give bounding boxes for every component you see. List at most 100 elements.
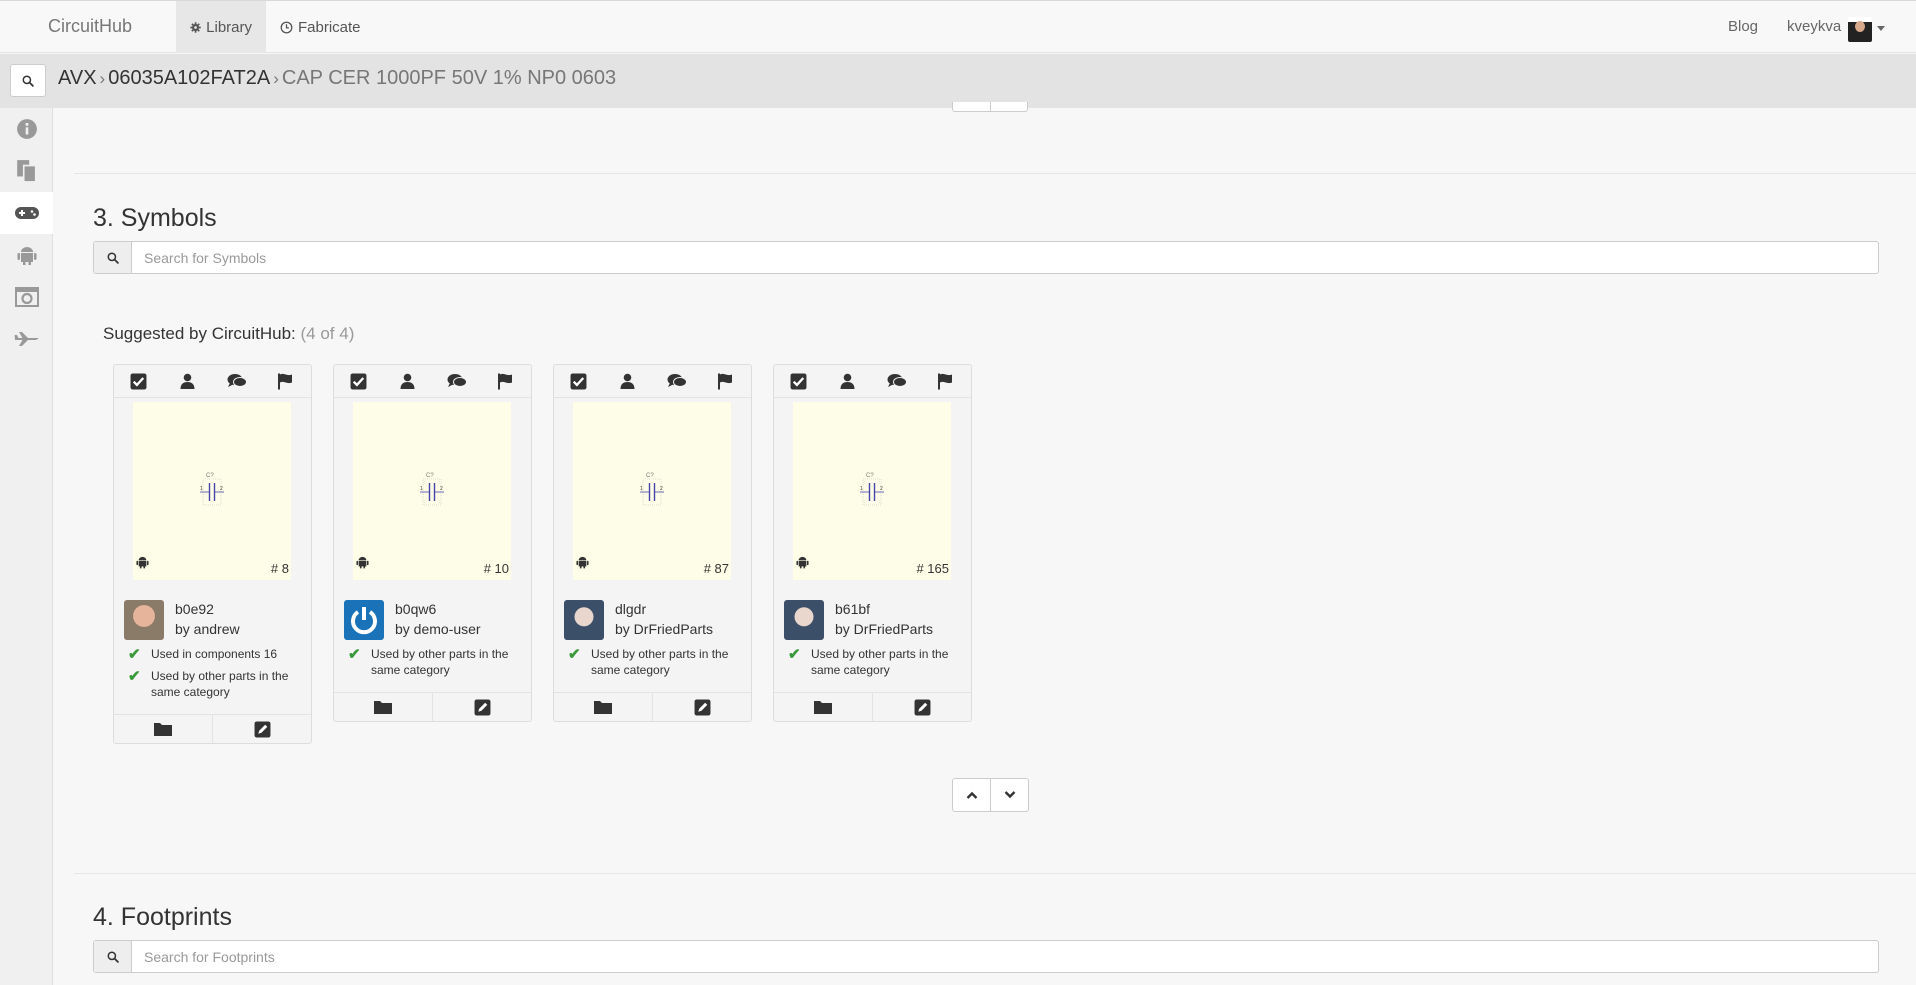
check-text: Used in components 16 [151, 647, 278, 661]
symbol-author-name[interactable]: by demo-user [395, 621, 481, 637]
symbol-author-name[interactable]: by DrFriedParts [615, 621, 713, 637]
nav-fabricate[interactable]: Fabricate [266, 1, 375, 53]
symbols-search-addon [94, 242, 132, 273]
open-folder-button[interactable] [114, 715, 212, 743]
previous-section-pager[interactable] [952, 102, 1028, 112]
info-icon [16, 119, 37, 139]
open-folder-button[interactable] [554, 693, 652, 721]
edit-symbol-button[interactable] [872, 693, 971, 721]
comments-button[interactable] [873, 365, 922, 397]
pager-down-button[interactable] [990, 779, 1028, 811]
symbol-code[interactable]: b0e92 [175, 601, 214, 617]
symbols-section-title: 3. Symbols [93, 204, 217, 232]
footprints-search-input[interactable]: Search for Footprints [144, 949, 275, 965]
symbol-code[interactable]: dlgdr [615, 601, 646, 617]
symbol-preview[interactable]: C? 1 2 # 10 [353, 402, 511, 580]
check-icon: ✔ [788, 646, 801, 663]
edit-icon [914, 699, 930, 715]
edit-symbol-button[interactable] [652, 693, 751, 721]
sidebar-item-deploy[interactable] [0, 318, 53, 360]
select-symbol-button[interactable] [774, 365, 823, 397]
flag-button[interactable] [482, 365, 531, 397]
flag-button[interactable] [702, 365, 751, 397]
symbol-rank: # 8 [270, 561, 289, 576]
comments-button[interactable] [653, 365, 702, 397]
nav-user-menu[interactable]: kveykva [1787, 18, 1841, 35]
flag-icon [498, 373, 513, 389]
symbol-card: C? 1 2 # 87 dlgdr by DrFriedParts ✔ Used by oth… [553, 364, 752, 722]
sidebar-item-photos[interactable] [0, 276, 53, 318]
power-icon [351, 607, 377, 635]
author-button[interactable] [383, 365, 432, 397]
flag-button[interactable] [922, 365, 971, 397]
select-symbol-button[interactable] [554, 365, 603, 397]
footprints-section-title: 4. Footprints [93, 903, 232, 931]
breadcrumb-manufacturer[interactable]: AVX [58, 67, 97, 89]
breadcrumb-description: CAP CER 1000PF 50V 1% NP0 0603 [281, 67, 617, 89]
symbols-pager [952, 778, 1029, 812]
symbol-preview[interactable]: C? 1 2 # 87 [573, 402, 731, 580]
check-text: Used by other parts in the same category [151, 669, 289, 699]
edit-symbol-button[interactable] [432, 693, 531, 721]
author-button[interactable] [823, 365, 872, 397]
open-folder-button[interactable] [774, 693, 872, 721]
section-divider [74, 873, 1916, 874]
sidebar-item-symbols[interactable] [0, 192, 53, 234]
author-button[interactable] [163, 365, 212, 397]
symbol-code[interactable]: b0qw6 [395, 601, 436, 617]
checkbox-icon [350, 373, 367, 389]
symbol-preview[interactable]: C? 1 2 # 8 [133, 402, 291, 580]
symbol-author: b61bf by DrFriedParts [774, 600, 971, 646]
nav-library-label: Library [206, 18, 252, 36]
sidebar-item-documents[interactable] [0, 150, 53, 192]
suggested-label: Suggested by CircuitHub: [103, 324, 296, 343]
breadcrumb-search-button[interactable] [10, 64, 46, 97]
folder-icon [594, 701, 612, 714]
symbols-search-field[interactable]: Search for Symbols [93, 241, 1879, 274]
pager-up-button[interactable] [953, 779, 990, 811]
comments-button[interactable] [433, 365, 482, 397]
select-symbol-button[interactable] [114, 365, 163, 397]
capacitor-symbol: C? 1 2 [860, 473, 884, 506]
symbol-author: b0e92 by andrew [114, 600, 311, 646]
card-footer [334, 692, 531, 721]
open-folder-button[interactable] [334, 693, 432, 721]
symbol-author-name[interactable]: by DrFriedParts [835, 621, 933, 637]
breadcrumb-bar: AVX › 06035A102FAT2A › CAP CER 1000PF 50V 1%… [0, 54, 1916, 108]
symbol-checks: ✔ Used by other parts in the same categor… [554, 646, 751, 692]
edit-icon [474, 699, 490, 715]
card-footer [774, 692, 971, 721]
user-icon [180, 373, 195, 389]
section-divider [74, 173, 1916, 174]
author-button[interactable] [603, 365, 652, 397]
brand-link[interactable]: CircuitHub [48, 16, 132, 37]
chevron-down-icon[interactable] [1877, 26, 1885, 31]
android-icon [576, 556, 589, 569]
sidebar-item-android[interactable] [0, 234, 53, 276]
edit-symbol-button[interactable] [212, 715, 311, 743]
symbol-preview[interactable]: C? 1 2 # 165 [793, 402, 951, 580]
footprints-search-field[interactable]: Search for Footprints [93, 940, 1879, 973]
card-toolbar [774, 365, 971, 398]
symbol-checks: ✔ Used by other parts in the same categor… [774, 646, 971, 692]
sidebar-item-info[interactable] [0, 108, 53, 150]
user-icon [840, 373, 855, 389]
svg-text:1: 1 [200, 486, 203, 492]
flag-button[interactable] [262, 365, 311, 397]
user-icon [400, 373, 415, 389]
breadcrumb-part-number[interactable]: 06035A102FAT2A [108, 67, 270, 89]
symbol-author-name[interactable]: by andrew [175, 621, 240, 637]
breadcrumb: AVX › 06035A102FAT2A › CAP CER 1000PF 50V 1%… [58, 67, 616, 90]
search-icon [107, 252, 119, 264]
symbol-code[interactable]: b61bf [835, 601, 870, 617]
capacitor-symbol: C? 1 2 [420, 473, 444, 506]
nav-blog[interactable]: Blog [1728, 18, 1758, 35]
select-symbol-button[interactable] [334, 365, 383, 397]
flag-icon [718, 373, 733, 389]
capacitor-symbol: C? 1 2 [200, 473, 224, 506]
comments-button[interactable] [213, 365, 262, 397]
symbol-card: C? 1 2 # 8 b0e92 by andrew ✔ Used in components… [113, 364, 312, 744]
nav-library[interactable]: Library [176, 1, 266, 53]
user-avatar[interactable] [1848, 17, 1872, 42]
symbols-search-input[interactable]: Search for Symbols [144, 250, 266, 266]
